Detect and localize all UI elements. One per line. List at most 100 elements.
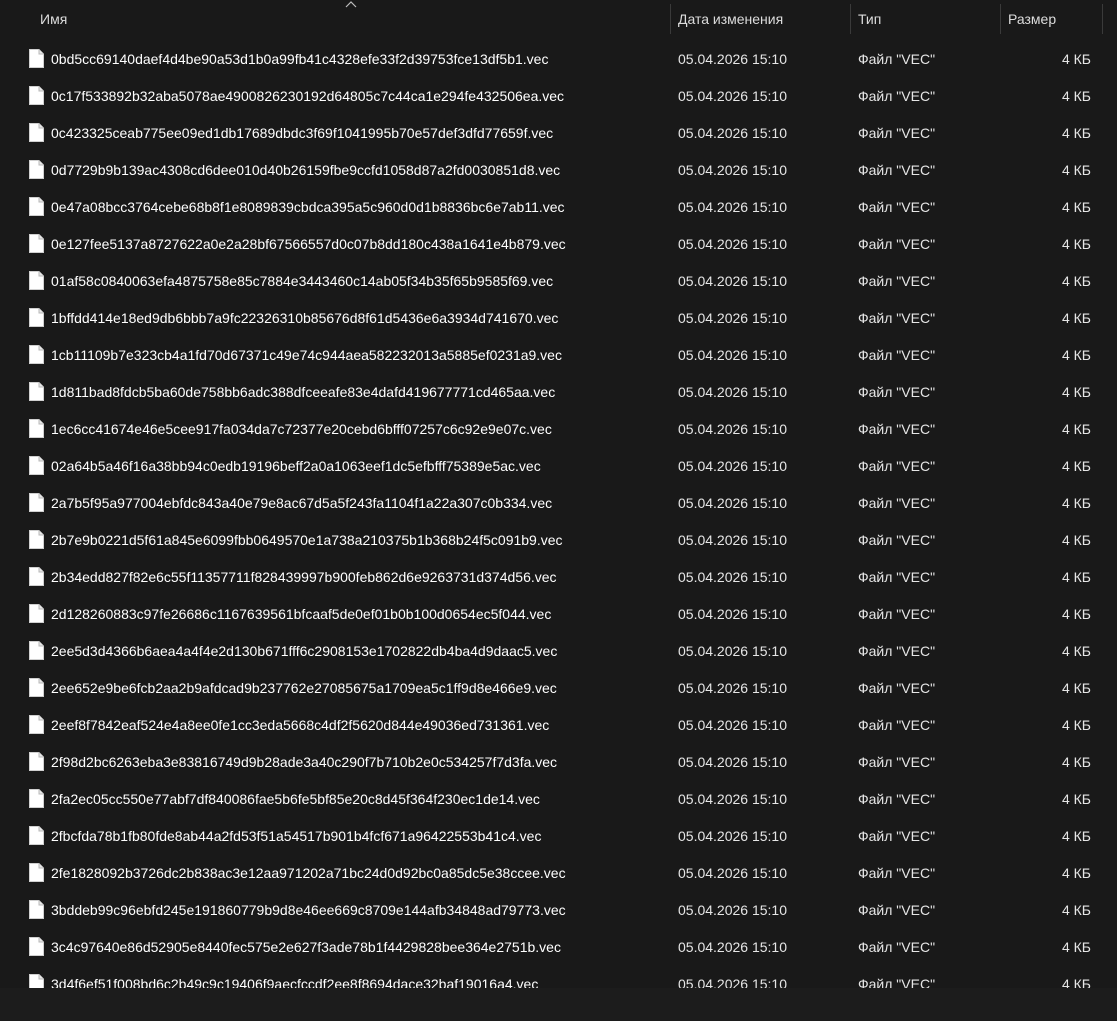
- file-size: 4 КБ: [1061, 51, 1091, 67]
- file-date: 05.04.2026 15:10: [678, 347, 787, 363]
- file-size: 4 КБ: [1061, 754, 1091, 770]
- file-icon: [29, 678, 44, 697]
- file-icon: [29, 900, 44, 919]
- file-size: 4 КБ: [1061, 865, 1091, 881]
- file-name: 2eef8f7842eaf524e4a8ee0fe1cc3eda5668c4df…: [51, 717, 550, 733]
- file-size: 4 КБ: [1061, 643, 1091, 659]
- file-date: 05.04.2026 15:10: [678, 717, 787, 733]
- file-icon: [29, 641, 44, 660]
- file-date: 05.04.2026 15:10: [678, 384, 787, 400]
- file-size: 4 КБ: [1061, 717, 1091, 733]
- file-icon: [29, 456, 44, 475]
- file-date: 05.04.2026 15:10: [678, 939, 787, 955]
- file-date: 05.04.2026 15:10: [678, 569, 787, 585]
- file-name: 3bddeb99c96ebfd245e191860779b9d8e46ee669…: [51, 902, 566, 918]
- column-header-name[interactable]: Имя: [32, 0, 670, 38]
- file-size: 4 КБ: [1061, 199, 1091, 215]
- file-size: 4 КБ: [1061, 347, 1091, 363]
- file-type: Файл "VEC": [858, 51, 936, 67]
- file-row[interactable]: 2d128260883c97fe26686c1167639561bfcaaf5d…: [0, 596, 1117, 633]
- file-icon: [29, 493, 44, 512]
- file-row[interactable]: 3c4c97640e86d52905e8440fec575e2e627f3ade…: [0, 929, 1117, 966]
- column-header-date[interactable]: Дата изменения: [670, 0, 850, 38]
- file-row[interactable]: 0c423325ceab775ee09ed1db17689dbdc3f69f10…: [0, 115, 1117, 152]
- file-row[interactable]: 2fe1828092b3726dc2b838ac3e12aa971202a71b…: [0, 855, 1117, 892]
- file-type: Файл "VEC": [858, 162, 936, 178]
- file-size: 4 КБ: [1061, 532, 1091, 548]
- file-size: 4 КБ: [1061, 939, 1091, 955]
- column-header-size[interactable]: Размер: [1000, 0, 1102, 38]
- file-icon: [29, 419, 44, 438]
- file-row[interactable]: 0bd5cc69140daef4d4be90a53d1b0a99fb41c432…: [0, 41, 1117, 78]
- file-row[interactable]: 1cb11109b7e323cb4a1fd70d67371c49e74c944a…: [0, 337, 1117, 374]
- file-icon: [29, 604, 44, 623]
- file-row[interactable]: 0c17f533892b32aba5078ae4900826230192d648…: [0, 78, 1117, 115]
- file-name: 0c423325ceab775ee09ed1db17689dbdc3f69f10…: [51, 125, 554, 141]
- file-date: 05.04.2026 15:10: [678, 532, 787, 548]
- file-size: 4 КБ: [1061, 384, 1091, 400]
- file-name: 1ec6cc41674e46e5cee917fa034da7c72377e20c…: [51, 421, 552, 437]
- file-row[interactable]: 0e47a08bcc3764cebe68b8f1e8089839cbdca395…: [0, 189, 1117, 226]
- column-divider[interactable]: [1102, 4, 1103, 34]
- file-type: Файл "VEC": [858, 458, 936, 474]
- file-icon: [29, 826, 44, 845]
- file-name: 0e47a08bcc3764cebe68b8f1e8089839cbdca395…: [51, 199, 565, 215]
- file-size: 4 КБ: [1061, 828, 1091, 844]
- file-size: 4 КБ: [1061, 569, 1091, 585]
- file-row[interactable]: 01af58c0840063efa4875758e85c7884e3443460…: [0, 263, 1117, 300]
- file-type: Файл "VEC": [858, 828, 936, 844]
- file-name: 2b34edd827f82e6c55f11357711f828439997b90…: [51, 569, 557, 585]
- file-row[interactable]: 2eef8f7842eaf524e4a8ee0fe1cc3eda5668c4df…: [0, 707, 1117, 744]
- file-name: 3c4c97640e86d52905e8440fec575e2e627f3ade…: [51, 939, 561, 955]
- file-size: 4 КБ: [1061, 236, 1091, 252]
- file-row[interactable]: 3d4f6ef51f008bd6c2b49c9c19406f9aecfccdf2…: [0, 966, 1117, 988]
- file-date: 05.04.2026 15:10: [678, 88, 787, 104]
- file-row[interactable]: 1d811bad8fdcb5ba60de758bb6adc388dfceeafe…: [0, 374, 1117, 411]
- file-row[interactable]: 2b34edd827f82e6c55f11357711f828439997b90…: [0, 559, 1117, 596]
- file-name: 2ee652e9be6fcb2aa2b9afdcad9b237762e27085…: [51, 680, 557, 696]
- file-date: 05.04.2026 15:10: [678, 421, 787, 437]
- file-name: 0e127fee5137a8727622a0e2a28bf67566557d0c…: [51, 236, 566, 252]
- file-row[interactable]: 1ec6cc41674e46e5cee917fa034da7c72377e20c…: [0, 411, 1117, 448]
- file-row[interactable]: 0d7729b9b139ac4308cd6dee010d40b26159fbe9…: [0, 152, 1117, 189]
- file-icon: [29, 789, 44, 808]
- file-date: 05.04.2026 15:10: [678, 51, 787, 67]
- file-date: 05.04.2026 15:10: [678, 273, 787, 289]
- file-row[interactable]: 1bffdd414e18ed9db6bbb7a9fc22326310b85676…: [0, 300, 1117, 337]
- file-date: 05.04.2026 15:10: [678, 680, 787, 696]
- file-row[interactable]: 2ee652e9be6fcb2aa2b9afdcad9b237762e27085…: [0, 670, 1117, 707]
- file-row[interactable]: 2a7b5f95a977004ebfdc843a40e79e8ac67d5a5f…: [0, 485, 1117, 522]
- file-row[interactable]: 3bddeb99c96ebfd245e191860779b9d8e46ee669…: [0, 892, 1117, 929]
- file-name: 2d128260883c97fe26686c1167639561bfcaaf5d…: [51, 606, 552, 622]
- file-row[interactable]: 02a64b5a46f16a38bb94c0edb19196beff2a0a10…: [0, 448, 1117, 485]
- file-type: Файл "VEC": [858, 643, 936, 659]
- file-row[interactable]: 2fbcfda78b1fb80fde8ab44a2fd53f51a54517b9…: [0, 818, 1117, 855]
- file-name: 2a7b5f95a977004ebfdc843a40e79e8ac67d5a5f…: [51, 495, 553, 511]
- file-icon: [29, 974, 44, 988]
- file-row[interactable]: 2f98d2bc6263eba3e83816749d9b28ade3a40c29…: [0, 744, 1117, 781]
- file-name: 0c17f533892b32aba5078ae4900826230192d648…: [51, 88, 565, 104]
- file-size: 4 КБ: [1061, 902, 1091, 918]
- file-type: Файл "VEC": [858, 606, 936, 622]
- file-date: 05.04.2026 15:10: [678, 236, 787, 252]
- file-icon: [29, 271, 44, 290]
- file-type: Файл "VEC": [858, 88, 936, 104]
- column-header-type[interactable]: Тип: [850, 0, 1000, 38]
- file-name: 0bd5cc69140daef4d4be90a53d1b0a99fb41c432…: [51, 51, 549, 67]
- file-size: 4 КБ: [1061, 458, 1091, 474]
- file-icon: [29, 530, 44, 549]
- file-row[interactable]: 2fa2ec05cc550e77abf7df840086fae5b6fe5bf8…: [0, 781, 1117, 818]
- file-type: Файл "VEC": [858, 754, 936, 770]
- file-type: Файл "VEC": [858, 976, 936, 988]
- file-row[interactable]: 0e127fee5137a8727622a0e2a28bf67566557d0c…: [0, 226, 1117, 263]
- status-bar: [0, 988, 1117, 1021]
- file-date: 05.04.2026 15:10: [678, 162, 787, 178]
- file-icon: [29, 123, 44, 142]
- file-type: Файл "VEC": [858, 236, 936, 252]
- file-size: 4 КБ: [1061, 273, 1091, 289]
- file-icon: [29, 382, 44, 401]
- file-row[interactable]: 2ee5d3d4366b6aea4a4f4e2d130b671fff6c2908…: [0, 633, 1117, 670]
- file-date: 05.04.2026 15:10: [678, 606, 787, 622]
- file-row[interactable]: 2b7e9b0221d5f61a845e6099fbb0649570e1a738…: [0, 522, 1117, 559]
- file-date: 05.04.2026 15:10: [678, 754, 787, 770]
